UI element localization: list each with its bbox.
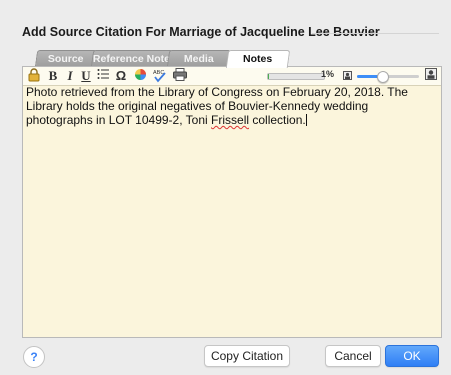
title-divider <box>312 33 439 34</box>
add-source-citation-dialog: Add Source Citation For Marriage of Jacq… <box>0 0 451 375</box>
zoom-progress-bar <box>267 73 325 80</box>
tab-notes[interactable]: Notes <box>225 50 291 68</box>
tab-media[interactable]: Media <box>166 50 232 67</box>
tab-source-label: Source <box>48 53 84 65</box>
tab-media-label: Media <box>184 53 214 65</box>
ok-button[interactable]: OK <box>385 345 439 367</box>
copy-citation-button[interactable]: Copy Citation <box>204 345 290 367</box>
help-button[interactable]: ? <box>23 346 45 368</box>
tab-notes-label: Notes <box>243 53 273 65</box>
zoom-percent-label: 1% <box>321 69 335 79</box>
special-character-button[interactable]: Ω <box>114 68 128 84</box>
large-image-icon[interactable] <box>424 68 438 84</box>
italic-button[interactable]: I <box>64 68 76 84</box>
size-slider[interactable] <box>357 71 419 83</box>
notes-panel: B I U Ω ABC 1% Photo retrieved from the … <box>22 66 442 338</box>
notes-text-area[interactable]: Photo retrieved from the Library of Cong… <box>26 85 437 127</box>
misspelled-word: Frissell <box>211 113 250 127</box>
zoom-progress-fill <box>268 74 270 79</box>
tab-source[interactable]: Source <box>34 50 98 67</box>
print-icon[interactable] <box>172 68 188 84</box>
tab-reference-note[interactable]: Reference Note <box>90 50 174 67</box>
bold-button[interactable]: B <box>47 68 59 84</box>
list-icon[interactable] <box>96 68 110 84</box>
size-slider-knob[interactable] <box>376 71 389 83</box>
color-icon[interactable] <box>133 68 147 84</box>
text-cursor <box>305 114 307 126</box>
underline-button[interactable]: U <box>80 68 92 84</box>
notes-toolbar: B I U Ω ABC 1% <box>23 67 441 86</box>
lock-icon[interactable] <box>27 68 41 84</box>
cancel-button[interactable]: Cancel <box>325 345 381 367</box>
dialog-title: Add Source Citation For Marriage of Jacq… <box>22 25 380 39</box>
spellcheck-icon[interactable]: ABC <box>151 68 167 84</box>
notes-text-end: collection. <box>249 113 306 127</box>
small-image-icon[interactable] <box>341 68 353 84</box>
tab-reference-note-label: Reference Note <box>93 53 171 65</box>
tab-bar: Source Reference Note Media Notes <box>34 50 296 68</box>
